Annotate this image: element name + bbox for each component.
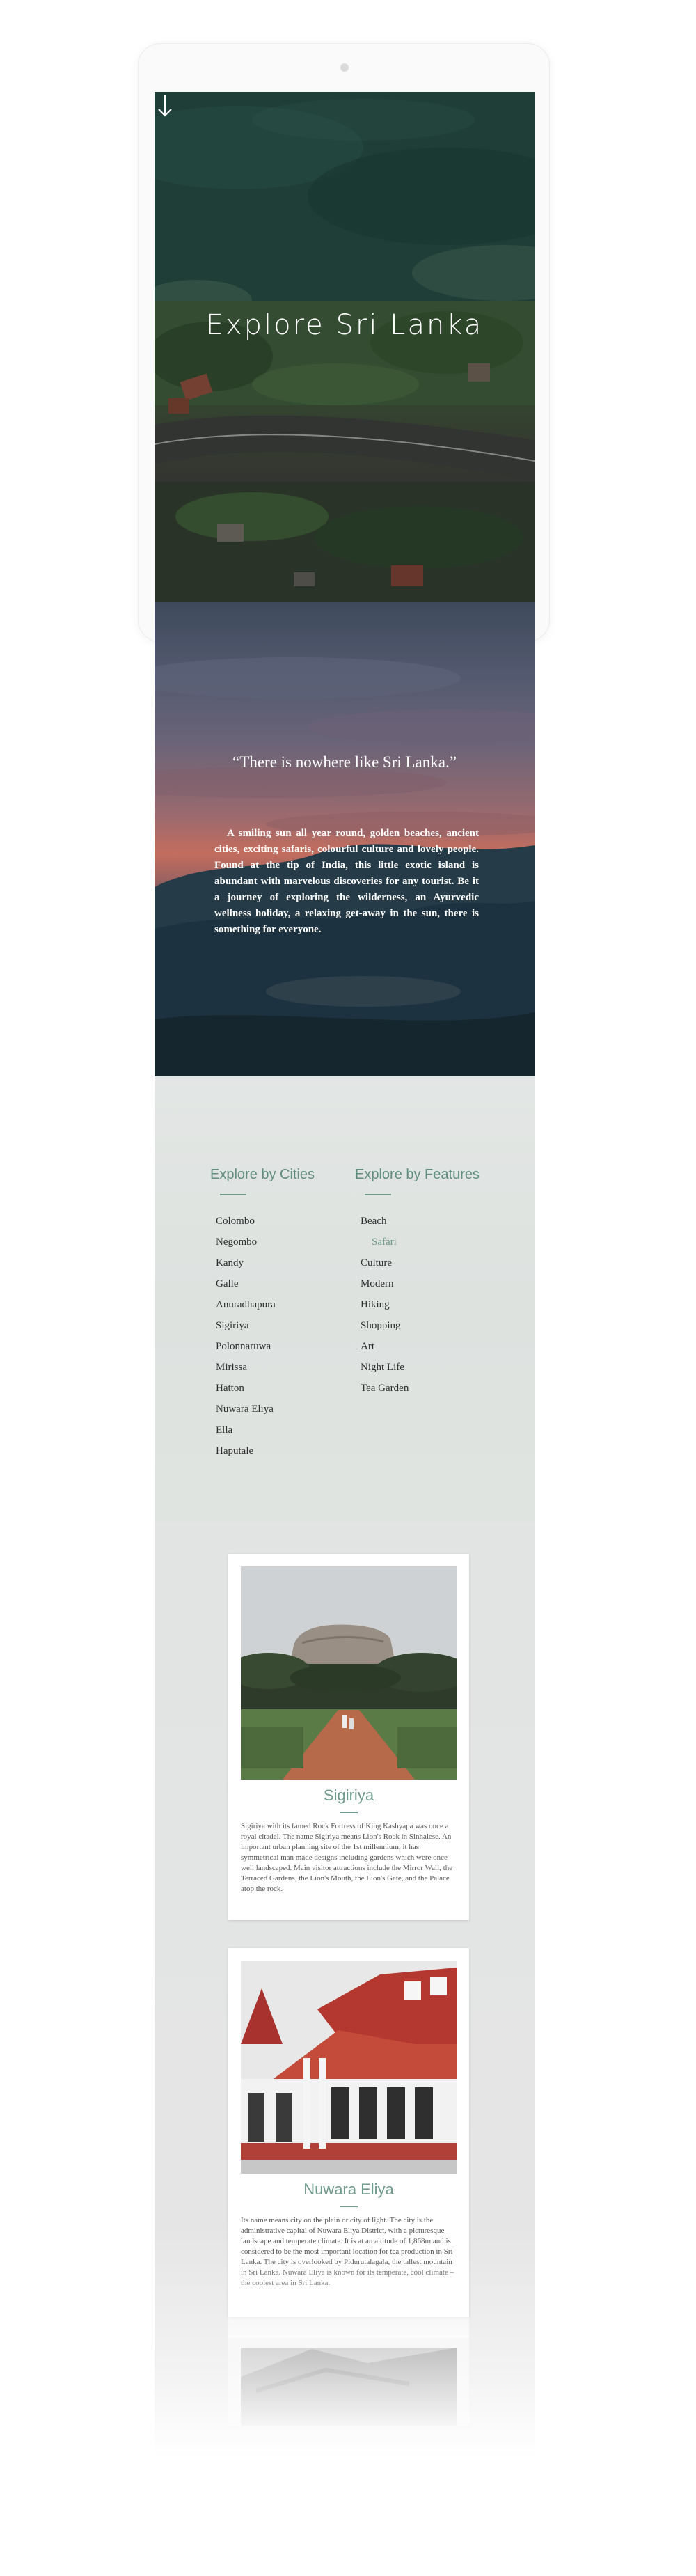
city-link-anuradhapura[interactable]: Anuradhapura — [216, 1294, 315, 1315]
destination-card-nuwara-eliya[interactable]: Nuwara Eliya Its name means city on the … — [228, 1948, 469, 2338]
city-link-polonnaruwa[interactable]: Polonnaruwa — [216, 1336, 315, 1357]
hero-section: Explore Sri Lanka — [155, 92, 535, 602]
card-photo-nuwara-eliya — [241, 1961, 457, 2174]
card-description: Sigiriya with its famed Rock Fortress of… — [241, 1822, 453, 1893]
quote-body: A smiling sun all year round, golden bea… — [214, 828, 479, 935]
cities-column: Explore by Cities Colombo Negombo Kandy … — [210, 1167, 315, 1461]
city-link-sigiriya[interactable]: Sigiriya — [216, 1315, 315, 1336]
quote-section: “There is nowhere like Sri Lanka.” A smi… — [155, 602, 535, 1076]
cities-title: Explore by Cities — [210, 1167, 315, 1182]
explore-section: Explore by Cities Colombo Negombo Kandy … — [155, 1076, 535, 1522]
city-link-mirissa[interactable]: Mirissa — [216, 1357, 315, 1378]
cities-divider — [220, 1194, 246, 1195]
next-card-faded-image — [228, 2335, 469, 2426]
city-link-kandy[interactable]: Kandy — [216, 1252, 315, 1273]
feature-link-beach[interactable]: Beach — [361, 1211, 480, 1232]
feature-link-modern[interactable]: Modern — [361, 1273, 480, 1294]
card-divider — [340, 2206, 358, 2207]
arrow-down-icon[interactable] — [155, 92, 175, 120]
city-link-haputale[interactable]: Haputale — [216, 1440, 315, 1461]
card-photo-sigiriya — [241, 1566, 457, 1780]
feature-link-culture[interactable]: Culture — [361, 1252, 480, 1273]
feature-link-night-life[interactable]: Night Life — [361, 1357, 480, 1378]
city-link-nuwara-eliya[interactable]: Nuwara Eliya — [216, 1399, 315, 1420]
feature-link-safari[interactable]: Safari — [361, 1232, 480, 1252]
features-list: Beach Safari Culture Modern Hiking Shopp… — [361, 1211, 480, 1399]
quote-title: “There is nowhere like Sri Lanka.” — [232, 753, 457, 771]
hero-aerial-photo — [155, 92, 535, 602]
tablet-camera — [340, 63, 349, 72]
card-title: Nuwara Eliya — [303, 2181, 394, 2198]
page-screen: Explore Sri Lanka “There is nowhere like… — [155, 92, 535, 2459]
feature-link-shopping[interactable]: Shopping — [361, 1315, 480, 1336]
cities-list: Colombo Negombo Kandy Galle Anuradhapura… — [216, 1211, 315, 1461]
feature-link-art[interactable]: Art — [361, 1336, 480, 1357]
city-link-galle[interactable]: Galle — [216, 1273, 315, 1294]
city-link-negombo[interactable]: Negombo — [216, 1232, 315, 1252]
nuwara-eliya-post-office-image — [241, 1961, 457, 2174]
features-divider — [365, 1194, 391, 1195]
card-divider — [340, 1812, 358, 1813]
hero-title: Explore Sri Lanka — [205, 309, 484, 341]
sigiriya-rock-image — [241, 1566, 457, 1780]
destination-card-sigiriya[interactable]: Sigiriya Sigiriya with its famed Rock Fo… — [228, 1554, 469, 1920]
city-link-hatton[interactable]: Hatton — [216, 1378, 315, 1399]
feature-link-hiking[interactable]: Hiking — [361, 1294, 480, 1315]
card-title: Sigiriya — [323, 1786, 374, 1804]
city-link-colombo[interactable]: Colombo — [216, 1211, 315, 1232]
feature-link-tea-garden[interactable]: Tea Garden — [361, 1378, 480, 1399]
features-title: Explore by Features — [355, 1167, 480, 1182]
destination-cards-section: Sigiriya Sigiriya with its famed Rock Fo… — [155, 1522, 535, 2459]
features-column: Explore by Features Beach Safari Culture… — [355, 1167, 480, 1399]
city-link-ella[interactable]: Ella — [216, 1420, 315, 1440]
card-fade-overlay — [228, 2254, 469, 2338]
next-card-preview — [228, 2335, 469, 2426]
